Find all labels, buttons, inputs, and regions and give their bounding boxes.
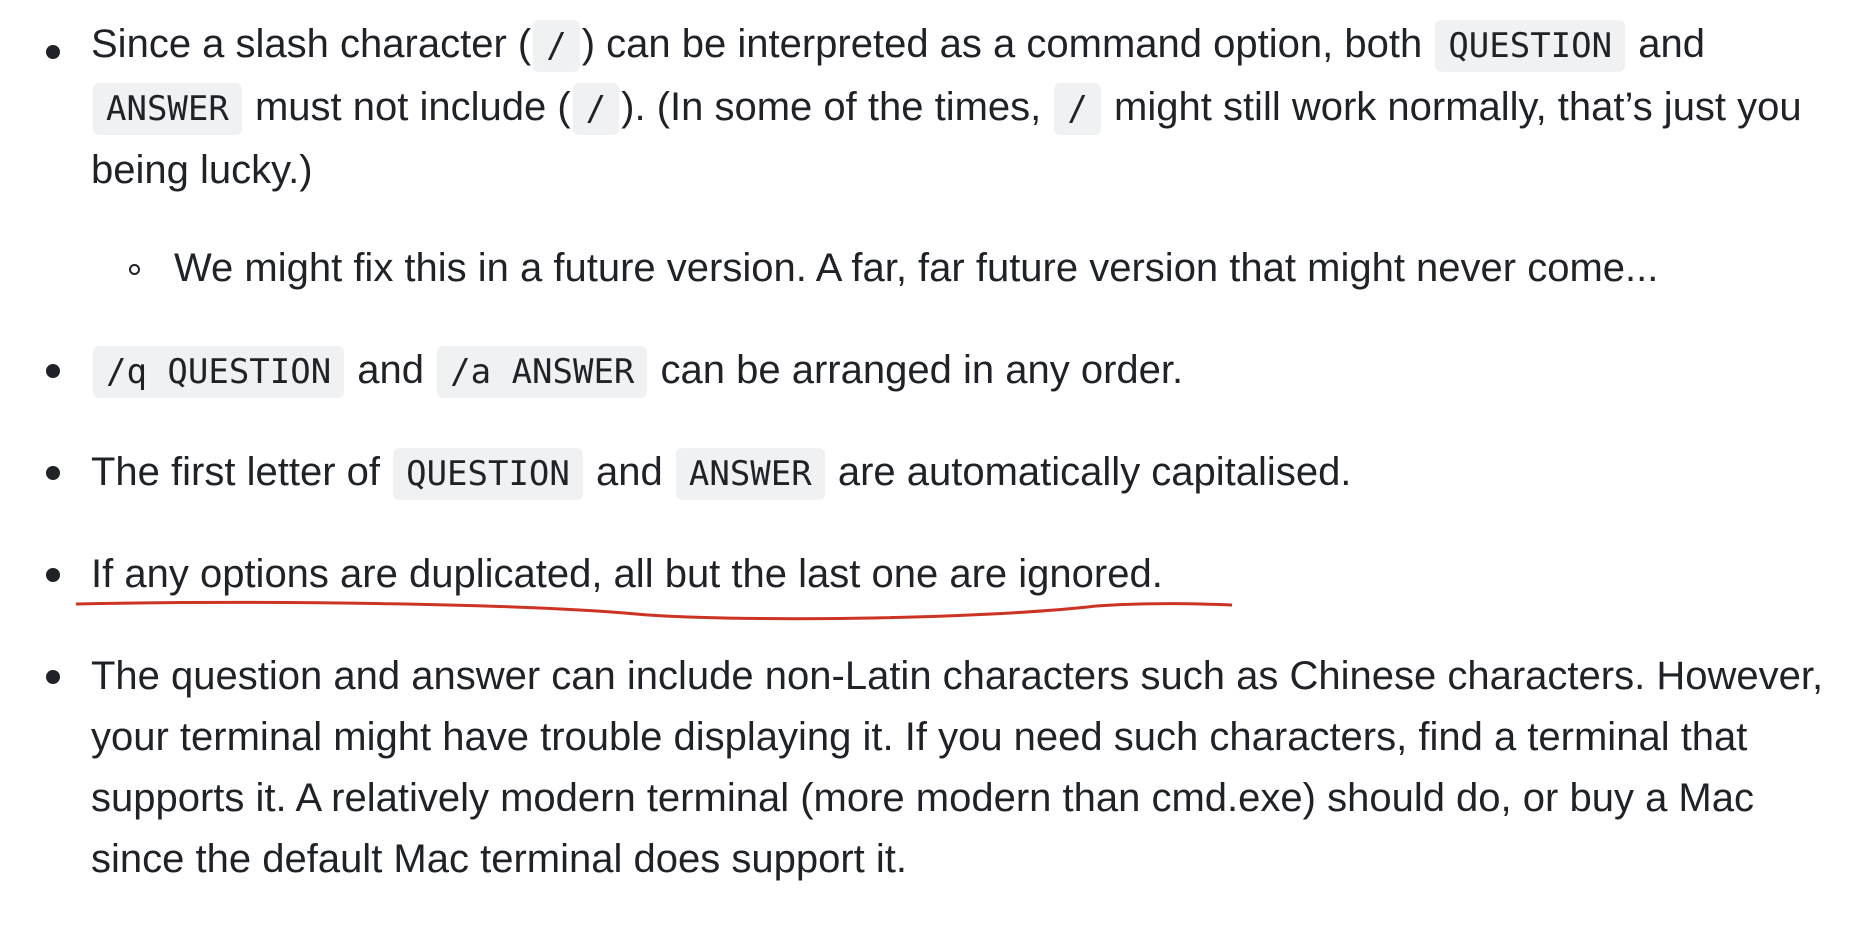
text-span: ) can be interpreted as a command option… (581, 22, 1423, 66)
inline-code: ANSWER (675, 448, 825, 500)
list-item-text: If any options are duplicated, all but t… (91, 544, 1831, 605)
text-span: We might fix this in a future version. A… (174, 246, 1659, 290)
text-span: and (357, 348, 425, 392)
bullet-disc (46, 466, 60, 480)
inline-code: / (572, 83, 620, 135)
text-span: If any options are duplicated, all but t… (91, 552, 1163, 596)
text-span: ). (In some of the times, (621, 85, 1042, 129)
inline-code: QUESTION (1435, 20, 1626, 72)
text-span: The question and answer can include non-… (91, 654, 1824, 881)
inline-code: /a ANSWER (437, 346, 648, 398)
list-item-text: The first letter of QUESTION and ANSWER … (91, 442, 1831, 505)
inline-code: ANSWER (93, 83, 242, 135)
list-item-text: The question and answer can include non-… (91, 646, 1831, 890)
text-span: must not include ( (254, 85, 571, 129)
text-span: are automatically capitalised. (837, 450, 1352, 494)
bullet-disc (46, 45, 60, 59)
text-span: and (596, 450, 663, 494)
inline-code: / (533, 20, 580, 72)
list-item-text: Since a slash character (/) can be inter… (91, 14, 1831, 201)
list-item-text: /q QUESTION and /a ANSWER can be arrange… (91, 340, 1831, 403)
bullet-disc (46, 670, 60, 684)
bullet-circle (129, 264, 140, 275)
document-body: Since a slash character (/) can be inter… (0, 0, 1864, 942)
inline-code: / (1054, 83, 1101, 135)
inline-code: QUESTION (393, 448, 583, 500)
text-span: can be arranged in any order. (660, 348, 1184, 392)
bullet-disc (46, 568, 60, 582)
list-item-text: We might fix this in a future version. A… (174, 238, 1834, 299)
bullet-disc (46, 364, 60, 378)
inline-code: /q QUESTION (93, 346, 345, 398)
text-span: and (1638, 22, 1705, 66)
text-span: The first letter of (91, 450, 380, 494)
text-span: Since a slash character ( (91, 22, 532, 66)
